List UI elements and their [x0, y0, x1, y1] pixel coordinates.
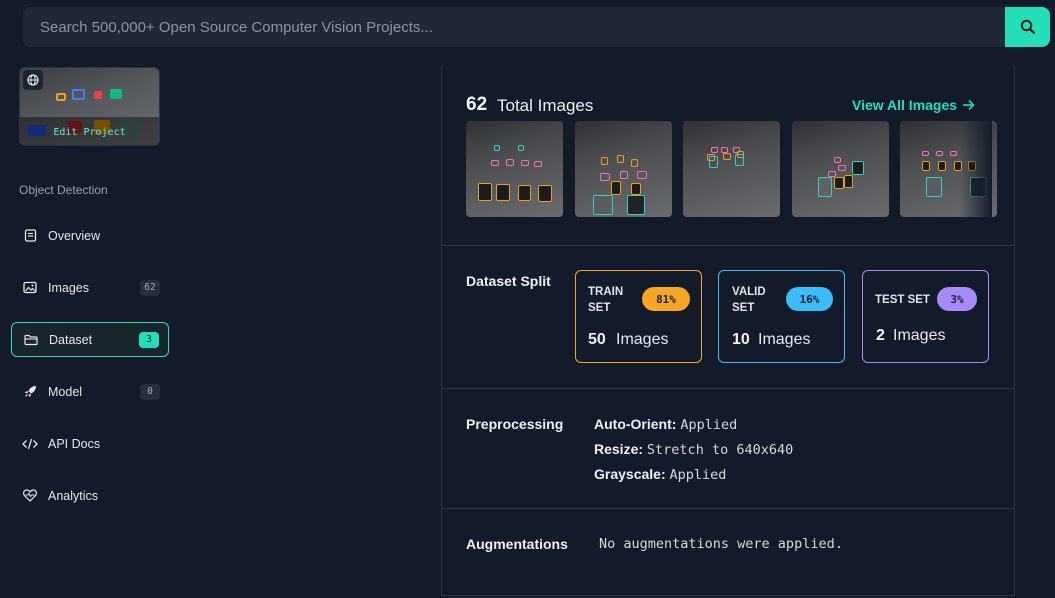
total-images-count: 62	[466, 94, 488, 115]
view-all-images-link[interactable]: View All Images	[852, 97, 975, 113]
dataset-split-label: Dataset Split	[466, 273, 551, 289]
sidebar-item-images[interactable]: Images 62	[11, 270, 169, 305]
sidebar-item-label: Images	[48, 280, 89, 295]
annotation-box	[110, 89, 122, 99]
train-set-card[interactable]: TRAIN SET 81% 50 Images	[575, 270, 702, 363]
thumbnail-fade	[960, 121, 992, 217]
preprocessing-value: Applied	[680, 417, 738, 433]
sidebar-item-label: Overview	[48, 228, 101, 243]
sidebar-item-label: Model	[48, 384, 83, 399]
dataset-count-badge: 3	[139, 331, 159, 348]
augmentations-text: No augmentations were applied.	[599, 536, 843, 552]
model-count-badge: 0	[140, 383, 160, 400]
train-set-name-1: TRAIN	[588, 286, 624, 298]
image-icon	[22, 280, 38, 296]
divider	[441, 508, 1015, 509]
total-images-label: Total Images	[497, 96, 594, 115]
sidebar-item-api-docs[interactable]: API Docs	[11, 426, 169, 461]
train-image-count: 50	[588, 331, 606, 348]
test-set-name: TEST SET	[875, 294, 930, 306]
test-set-card[interactable]: TEST SET 3% 2 Images	[862, 270, 989, 363]
dataset-image-thumbnail[interactable]	[466, 121, 563, 217]
preprocessing-value: Stretch to 640x640	[646, 442, 794, 458]
annotation-box	[72, 89, 85, 100]
preprocessing-key: Grayscale:	[594, 466, 666, 482]
sidebar-item-label: API Docs	[48, 436, 101, 451]
sidebar-item-model[interactable]: Model 0	[11, 374, 169, 409]
preprocessing-item: Auto-Orient: Applied	[594, 416, 737, 433]
search-input[interactable]	[23, 7, 1005, 47]
sidebar-item-label: Analytics	[48, 488, 99, 503]
test-image-count: 2	[876, 327, 885, 344]
arrow-right-icon	[963, 99, 975, 111]
preprocessing-key: Resize:	[594, 441, 644, 457]
preprocessing-item: Resize: Stretch to 640x640	[594, 441, 793, 458]
train-set-name-2: SET	[588, 302, 611, 314]
valid-set-name-2: SET	[732, 302, 755, 314]
sidebar-item-analytics[interactable]: Analytics	[11, 478, 169, 513]
search-bar	[23, 7, 1050, 47]
test-images-label: Images	[893, 327, 946, 344]
valid-set-name-1: VALID	[732, 286, 766, 298]
preprocessing-item: Grayscale: Applied	[594, 466, 726, 483]
view-all-images-label: View All Images	[852, 97, 958, 113]
project-type-label: Object Detection	[19, 183, 108, 197]
divider	[441, 388, 1015, 389]
folder-icon	[23, 332, 39, 348]
sidebar-item-label: Dataset	[49, 332, 93, 347]
dataset-image-thumbnail[interactable]	[575, 121, 672, 217]
dataset-image-thumbnail[interactable]	[683, 121, 780, 217]
project-thumbnail[interactable]: Edit Project	[19, 67, 160, 146]
sidebar-item-dataset[interactable]: Dataset 3	[11, 322, 169, 357]
preprocessing-label: Preprocessing	[466, 416, 564, 432]
search-button[interactable]	[1005, 7, 1050, 47]
rocket-icon	[22, 384, 38, 400]
dataset-image-thumbnail[interactable]	[792, 121, 889, 217]
valid-percent-badge: 16%	[786, 287, 833, 311]
edit-project-link[interactable]: Edit Project	[20, 127, 159, 138]
train-images-label: Images	[616, 331, 669, 348]
augmentations-label: Augmentations	[466, 536, 568, 552]
preprocessing-value: Applied	[669, 467, 727, 483]
annotation-box	[56, 93, 66, 101]
images-count-badge: 62	[140, 279, 160, 296]
sidebar-item-overview[interactable]: Overview	[11, 218, 169, 253]
preprocessing-key: Auto-Orient:	[594, 416, 677, 432]
divider	[441, 245, 1015, 246]
document-icon	[22, 228, 38, 244]
code-icon	[22, 436, 38, 452]
valid-images-label: Images	[758, 331, 811, 348]
globe-icon[interactable]	[23, 70, 43, 90]
train-percent-badge: 81%	[642, 287, 690, 311]
test-percent-badge: 3%	[937, 287, 977, 311]
search-icon	[1020, 19, 1035, 35]
heart-pulse-icon	[22, 488, 38, 504]
annotation-box	[94, 91, 102, 99]
valid-image-count: 10	[732, 331, 750, 348]
valid-set-card[interactable]: VALID SET 16% 10 Images	[718, 270, 845, 363]
